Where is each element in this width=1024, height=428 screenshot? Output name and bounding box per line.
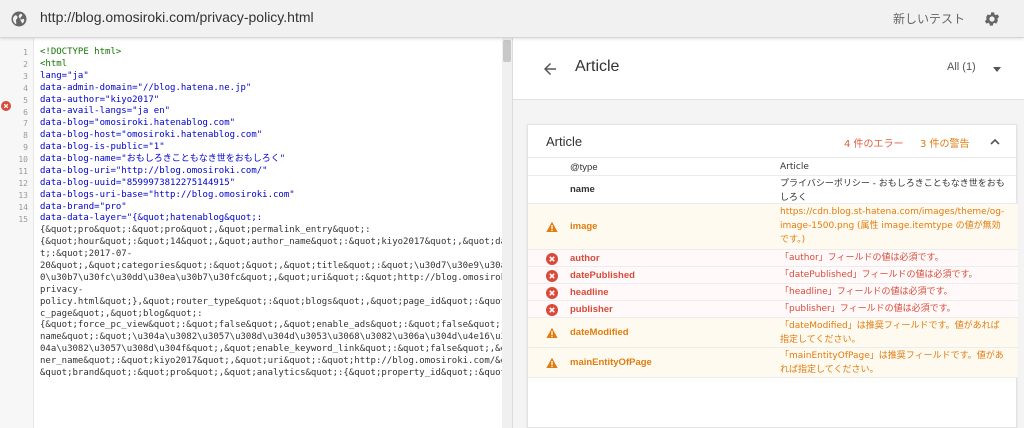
property-name: mainEntityOfPage: [570, 357, 652, 368]
back-arrow-icon[interactable]: [541, 60, 559, 78]
article-card-header[interactable]: Article 4 件のエラー 3 件の警告: [528, 125, 1018, 158]
property-value: https://cdn.blog.st-hatena.com/images/th…: [780, 207, 1005, 245]
warning-count: 3 件の警告: [920, 139, 970, 150]
editor-scrollbar-thumb[interactable]: [503, 40, 511, 62]
gear-icon[interactable]: [983, 10, 1001, 28]
globe-icon: [11, 11, 27, 27]
line-number: 2: [23, 59, 28, 69]
code-line: data-blog="omosiroki.hatenablog.com": [40, 118, 236, 129]
line-number: 6: [23, 107, 28, 117]
code-line: 0\u30b7\u30fc\u30dd\u30ea\u30b7\u30fc&qu…: [40, 272, 512, 283]
code-line: data-blog-host="omosiroki.hatenablog.com…: [40, 130, 263, 141]
code-line: <html: [40, 58, 68, 69]
top-bar: http://blog.omosiroki.com/privacy-policy…: [0, 0, 1024, 38]
property-value: 「headline」フィールドの値は必須です。: [780, 287, 953, 297]
code-line: {&quot;pro&quot;:&quot;pro&quot;,&quot;p…: [40, 225, 371, 236]
error-count: 4 件のエラー: [844, 139, 904, 150]
line-number: 11: [18, 167, 28, 176]
property-value: Article: [780, 162, 809, 172]
property-name: author: [570, 253, 600, 264]
results-panel: Article All (1) Article 4 件のエラー 3 件の警告 @…: [512, 38, 1024, 428]
property-name: image: [570, 221, 598, 232]
code-line: privacy-: [40, 284, 84, 295]
validation-row[interactable]: mainEntityOfPage 「mainEntityOfPage」は推奨フィー…: [528, 348, 1018, 378]
line-number: 1: [23, 48, 28, 57]
error-icon: [546, 287, 558, 299]
code-line: <!DOCTYPE html>: [40, 47, 122, 57]
validation-row[interactable]: @type Article: [528, 159, 1018, 176]
warning-icon: [546, 327, 558, 338]
article-card-title: Article: [546, 134, 583, 149]
line-number: 4: [23, 83, 28, 93]
warning-icon: [546, 221, 558, 232]
property-value: 「author」フィールドの値は必須です。: [780, 253, 944, 263]
warning-icon: [546, 357, 558, 368]
validation-row[interactable]: datePublished 「datePublished」フィールドの値は必須です…: [528, 267, 1018, 284]
code-line: data-brand="pro": [40, 201, 127, 212]
property-value: 「datePublished」フィールドの値は必須です。: [780, 270, 978, 280]
article-card: Article 4 件のエラー 3 件の警告 @type Article name プ…: [527, 124, 1018, 428]
chevron-up-icon[interactable]: [990, 137, 1000, 147]
results-title: Article: [575, 58, 620, 75]
property-value: 「mainEntityOfPage」は推奨フィールドです。値があれば指定してくだ…: [780, 351, 1004, 375]
code-line: lang="ja": [40, 70, 89, 81]
code-line: c_page&quot;,&quot;blog&quot;:: [40, 308, 203, 319]
code-line: data-author="kiyo2017": [40, 94, 160, 105]
code-line: data-avail-langs="ja en": [40, 106, 171, 117]
validation-row[interactable]: dateModified 「dateModified」は推奨フィールドです。値があ…: [528, 318, 1018, 348]
code-line: ner_name&quot;:&quot;kiyo2017&quot;,&quo…: [40, 356, 512, 367]
property-value: 「dateModified」は推奨フィールドです。値があれば指定してください。: [780, 321, 1000, 345]
validation-row[interactable]: author 「author」フィールドの値は必須です。: [528, 250, 1018, 267]
chevron-down-icon[interactable]: [993, 67, 1001, 72]
property-name: publisher: [570, 304, 613, 315]
line-number: 13: [18, 190, 28, 200]
property-name: datePublished: [570, 270, 635, 281]
code-line: {&quot;hour&quot;:&quot;14&quot;,&quot;a…: [40, 237, 512, 248]
line-number: 10: [18, 155, 28, 165]
line-number: 5: [23, 95, 28, 105]
property-value: 「publisher」フィールドの値は必須です。: [780, 304, 956, 314]
code-line: t;:&quot;2017-07-: [40, 249, 133, 260]
line-number: 3: [23, 71, 28, 81]
property-name: @type: [570, 162, 598, 173]
code-line: 04a\u3082\u3057\u308d\u304f&quot;,&quot;…: [40, 344, 512, 355]
code-line: data-blog-uuid="8599973812275144915": [40, 177, 236, 188]
validation-row[interactable]: name プライバシーポリシー - おもしろきこともなき世をおもしろく: [528, 176, 1018, 204]
line-number: 7: [23, 119, 28, 129]
validation-row[interactable]: publisher 「publisher」フィールドの値は必須です。: [528, 301, 1018, 318]
code-line: data-blog-is-public="1": [40, 142, 165, 153]
code-line: data-blog-uri="http://blog.omosiroki.com…: [40, 165, 268, 176]
property-name: headline: [570, 287, 609, 298]
code-line: &quot;brand&quot;:&quot;pro&quot;,&quot;…: [40, 368, 512, 379]
editor-scrollbar[interactable]: [502, 38, 512, 428]
validation-row[interactable]: image https://cdn.blog.st-hatena.com/imag…: [528, 204, 1018, 250]
validation-row[interactable]: headline 「headline」フィールドの値は必須です。: [528, 284, 1018, 301]
code-editor[interactable]: <!DOCTYPE html> <html lang="ja" data-admin…: [0, 38, 512, 428]
results-header: Article All (1): [513, 38, 1024, 100]
property-name: name: [570, 184, 595, 195]
code-line: policy.html&quot;},&quot;router_type&quo…: [40, 296, 512, 307]
line-number: 15: [18, 214, 28, 224]
property-value: プライバシーポリシー - おもしろきこともなき世をおもしろく: [780, 179, 1005, 203]
code-line: data-blogs-uri-base="http://blog.omosiro…: [40, 189, 295, 200]
code-content[interactable]: <!DOCTYPE html> <html lang="ja" data-admin…: [40, 47, 512, 380]
code-line: data-data-layer="{&quot;hatenablog&quot;…: [40, 213, 263, 224]
error-icon: [546, 270, 558, 282]
filter-select[interactable]: All (1): [947, 61, 976, 73]
url-field[interactable]: http://blog.omosiroki.com/privacy-policy…: [40, 9, 314, 25]
line-number: 9: [23, 143, 28, 153]
line-number: 14: [18, 202, 28, 212]
code-line: {&quot;force_pc_view&quot;:&quot;false&q…: [40, 320, 512, 331]
error-icon: [546, 304, 558, 316]
line-number: 8: [23, 131, 28, 141]
property-name: dateModified: [570, 327, 629, 338]
line-number: 12: [18, 178, 28, 188]
code-line: data-blog-name="おもしろきこともなき世をおもしろく": [40, 154, 286, 165]
error-icon: [546, 253, 558, 265]
code-line: 20&quot;,&quot;categories&quot;:&quot;&q…: [40, 261, 512, 272]
new-test-button[interactable]: 新しいテスト: [893, 10, 965, 27]
code-line: data-admin-domain="//blog.hatena.ne.jp": [40, 82, 252, 93]
code-line: name&quot;:&quot;\u304a\u3082\u3057\u308…: [40, 332, 512, 343]
